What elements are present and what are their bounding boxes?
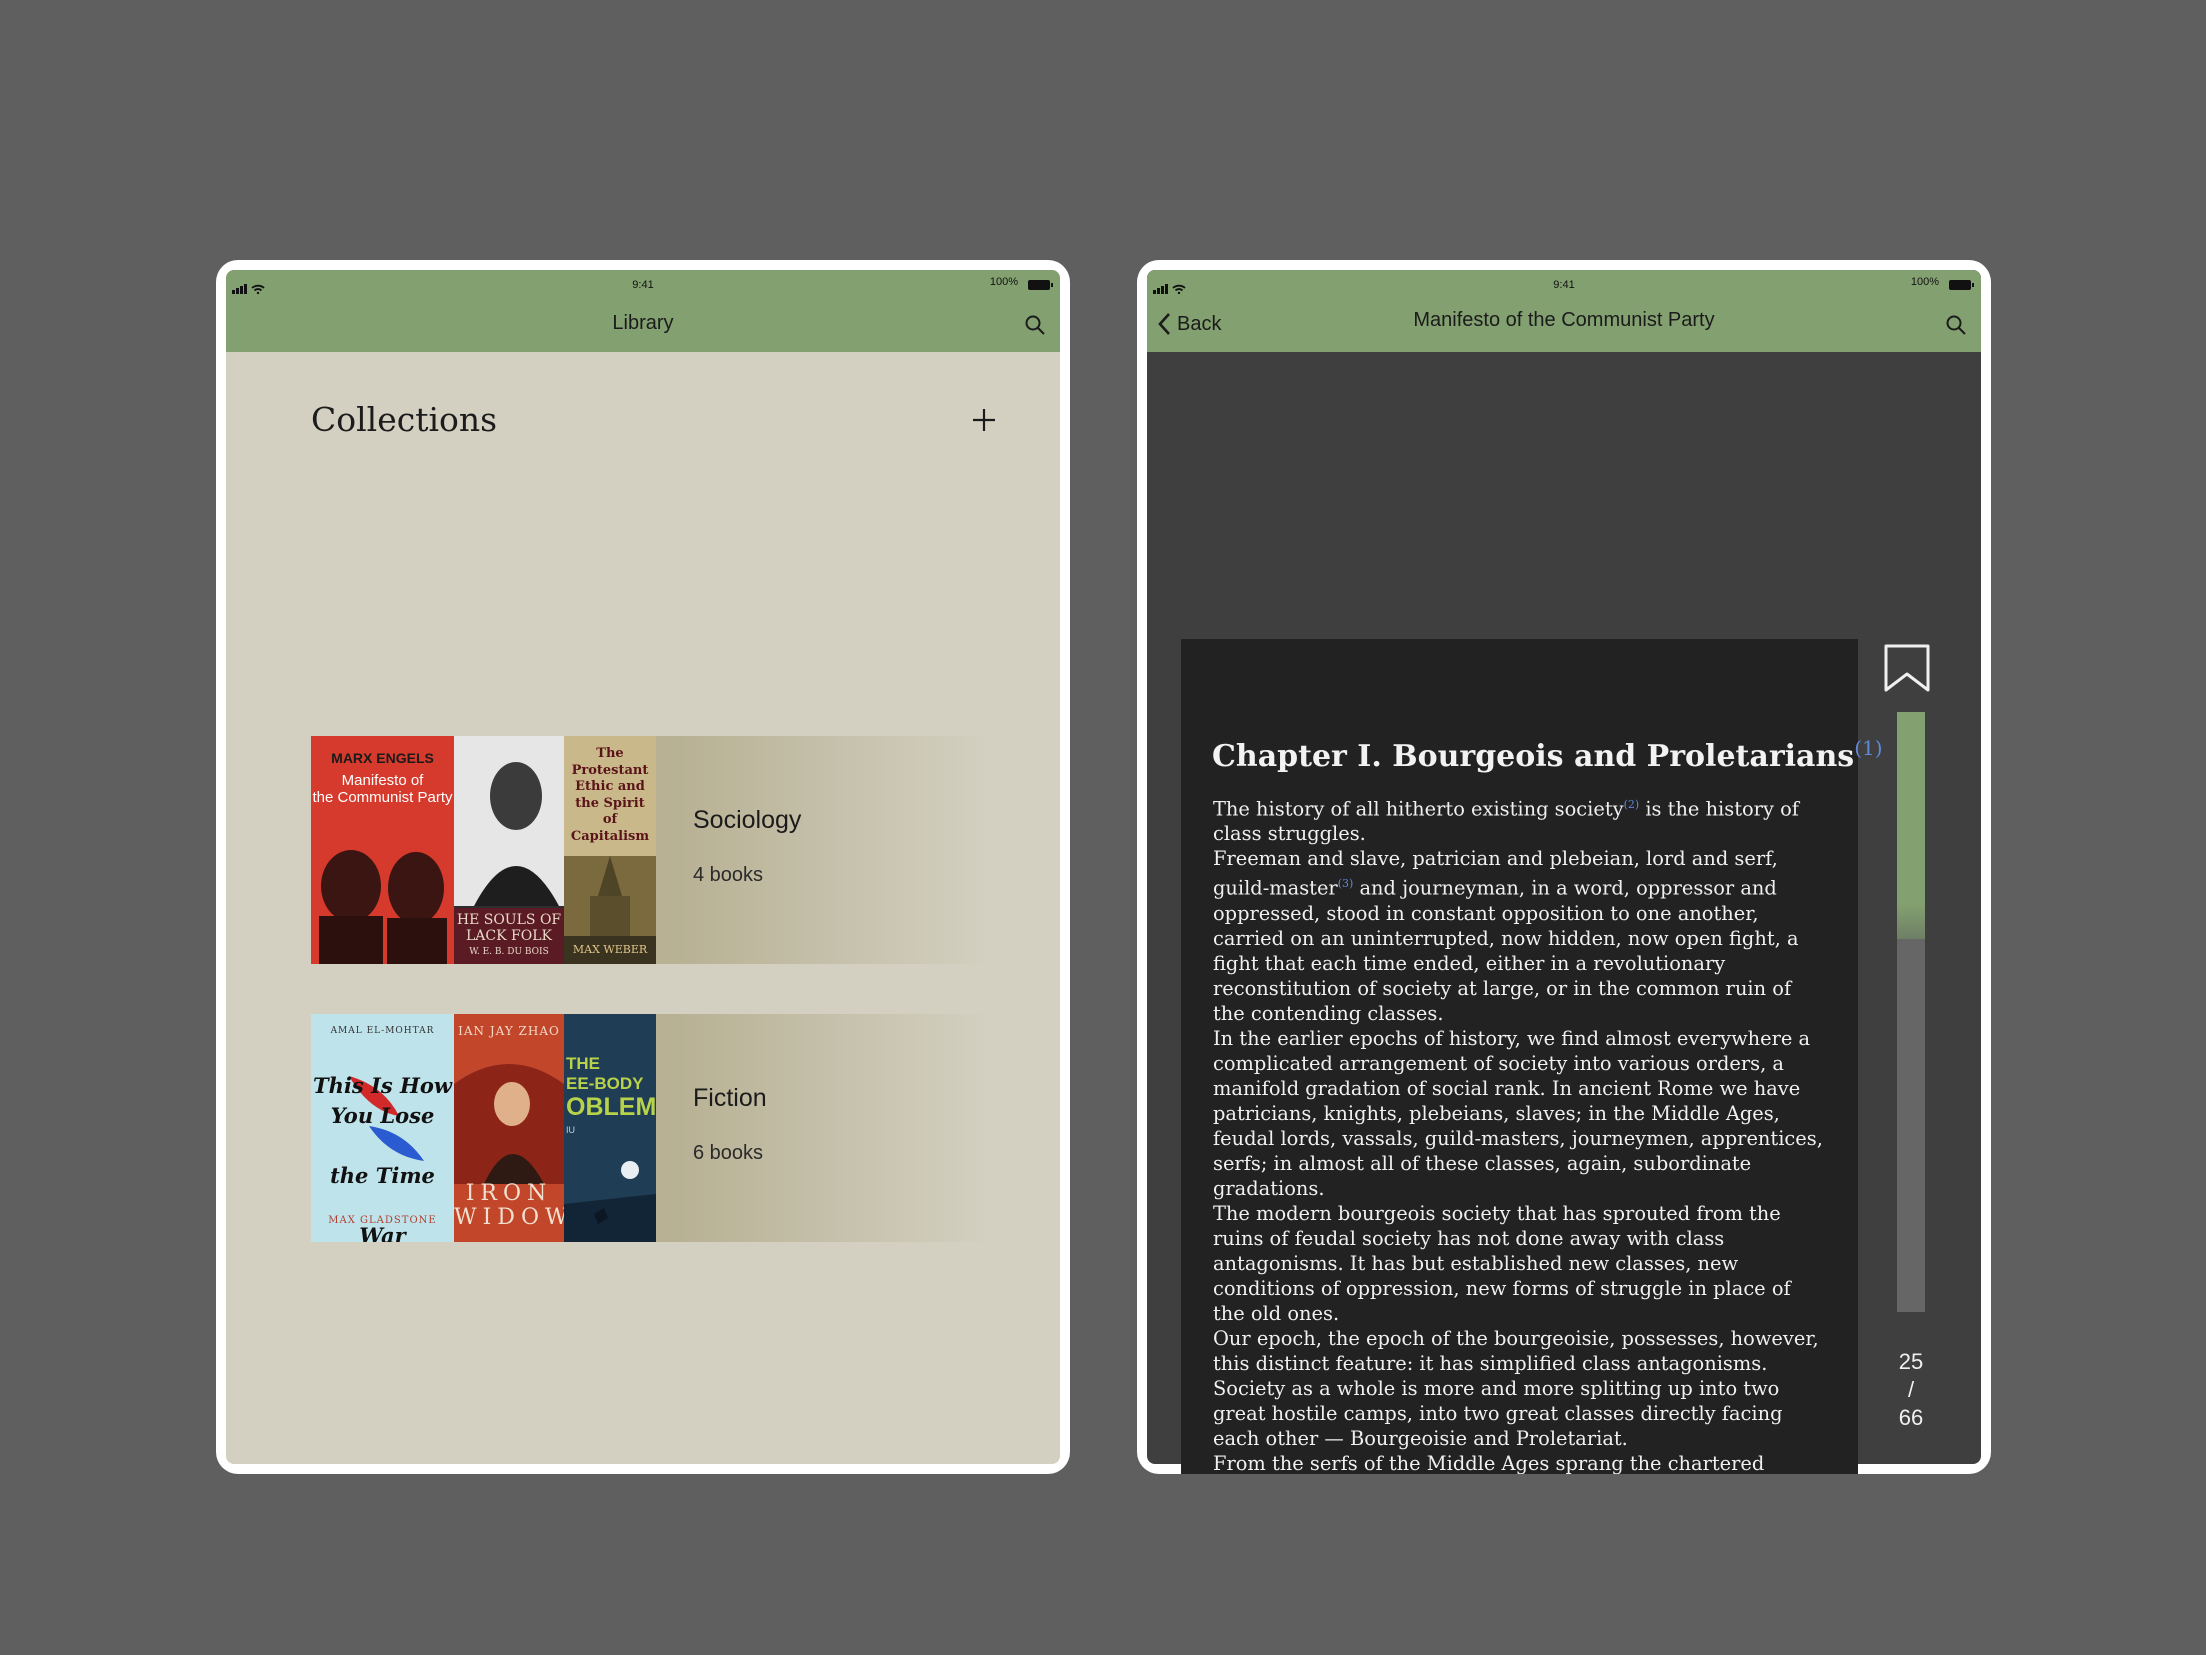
paragraph-text: From the serfs of the Middle Ages sprang… xyxy=(1213,1451,1765,1474)
cover-figure-image xyxy=(454,1064,564,1184)
cover-text: Manifesto of xyxy=(341,772,424,789)
library-nav-bar: 9:41 100% Library xyxy=(226,270,1060,352)
status-bar: 9:41 100% xyxy=(226,270,1060,294)
page-current: 25 xyxy=(1898,1349,1924,1374)
page-indicator: 25 / 66 xyxy=(1883,1348,1939,1432)
cover-text: IRON xyxy=(465,1181,553,1206)
paragraph-text: The history of all hitherto existing soc… xyxy=(1213,797,1624,821)
book-cover-souls-of-black-folk[interactable]: HE SOULS OF LACK FOLK W. E. B. DU BOIS xyxy=(454,736,564,964)
page-separator: / xyxy=(1907,1377,1915,1402)
battery-icon xyxy=(1949,280,1974,290)
chapter-title-text: Chapter I. Bourgeois and Proletarians xyxy=(1212,739,1855,774)
cover-text: of xyxy=(602,812,618,827)
reading-progress-bar[interactable] xyxy=(1897,712,1925,1312)
book-cover-three-body-problem[interactable]: THE EE-BODY OBLEM IU xyxy=(564,1014,656,1242)
search-icon[interactable] xyxy=(1945,314,1967,336)
bookmark-icon[interactable] xyxy=(1882,642,1932,694)
cover-text: EE-BODY xyxy=(566,1074,644,1093)
cover-portrait-image xyxy=(454,736,564,906)
cover-text: You Lose xyxy=(330,1103,435,1128)
cover-text: MAX WEBER xyxy=(572,943,648,956)
search-icon[interactable] xyxy=(1024,314,1046,336)
book-cover-iron-widow[interactable]: IAN JAY ZHAO IRON WIDOW xyxy=(454,1014,564,1242)
paragraph: The history of all hitherto existing soc… xyxy=(1213,792,1823,846)
book-title: Manifesto of the Communist Party xyxy=(1413,309,1715,331)
paragraph-text: In the earlier epochs of history, we fin… xyxy=(1213,1026,1823,1200)
cover-portraits-image xyxy=(319,850,447,964)
book-cover-time-war[interactable]: AMAL EL-MOHTAR This Is How You Lose the … xyxy=(311,1014,454,1242)
footnote-link[interactable]: (2) xyxy=(1624,798,1640,811)
cover-text: MAX GLADSTONE xyxy=(328,1215,437,1226)
collection-name: Fiction xyxy=(693,1084,767,1112)
cover-text: Capitalism xyxy=(570,828,650,844)
battery-icon xyxy=(1028,280,1053,290)
cover-text: LACK FOLK xyxy=(466,928,552,944)
library-screen: 9:41 100% Library Collections MARX ENGEL… xyxy=(226,270,1060,1464)
cover-text: MARX ENGELS xyxy=(331,750,434,766)
cover-text: the Spirit xyxy=(575,795,645,811)
status-time: 9:41 xyxy=(1553,279,1575,291)
cover-text: OBLEM xyxy=(566,1093,656,1121)
cover-text: The xyxy=(596,746,624,761)
collection-count: 4 books xyxy=(693,864,764,886)
add-collection-icon[interactable] xyxy=(969,405,999,435)
paragraph: Freeman and slave, patrician and plebeia… xyxy=(1213,846,1823,1025)
collection-count: 6 books xyxy=(693,1142,764,1164)
status-time: 9:41 xyxy=(632,279,654,291)
paragraph-text: Our epoch, the epoch of the bourgeoisie,… xyxy=(1213,1326,1819,1450)
paragraph: Our epoch, the epoch of the bourgeoisie,… xyxy=(1213,1326,1823,1451)
battery-percent: 100% xyxy=(989,276,1018,288)
cover-text: IU xyxy=(566,1125,575,1135)
cover-text: the Communist Party xyxy=(312,789,453,806)
cover-text: HE SOULS OF xyxy=(456,912,562,928)
book-cover-manifesto[interactable]: MARX ENGELS Manifesto of the Communist P… xyxy=(311,736,454,964)
cover-text: W. E. B. DU BOIS xyxy=(469,947,549,957)
collections-heading: Collections xyxy=(311,400,498,439)
cover-text: IAN JAY ZHAO xyxy=(458,1024,560,1038)
chapter-body: The history of all hitherto existing soc… xyxy=(1213,792,1823,1474)
reader-nav-bar: 9:41 100% Back Manifesto of the Communis… xyxy=(1147,270,1981,352)
status-bar: 9:41 100% xyxy=(1147,270,1981,294)
cover-text: Ethic and xyxy=(575,779,645,794)
cover-moon-image xyxy=(564,1161,656,1242)
collection-card-fiction[interactable]: AMAL EL-MOHTAR This Is How You Lose the … xyxy=(311,1014,991,1242)
cover-text: WIDOW xyxy=(454,1205,564,1230)
paragraph: The modern bourgeois society that has sp… xyxy=(1213,1201,1823,1326)
paragraph-text: The modern bourgeois society that has sp… xyxy=(1213,1201,1791,1325)
page-total: 66 xyxy=(1898,1405,1924,1430)
footnote-link[interactable]: (3) xyxy=(1338,877,1354,890)
book-cover-protestant-ethic[interactable]: The Protestant Ethic and the Spirit of C… xyxy=(564,736,656,964)
library-device: 9:41 100% Library Collections MARX ENGEL… xyxy=(216,260,1070,1474)
paragraph: From the serfs of the Middle Ages sprang… xyxy=(1213,1451,1823,1474)
chapter-title: Chapter I. Bourgeois and Proletarians(1) xyxy=(1212,736,1883,774)
cover-text: Protestant xyxy=(571,762,649,778)
paragraph: In the earlier epochs of history, we fin… xyxy=(1213,1026,1823,1201)
table-of-contents-icon[interactable] xyxy=(1889,1472,1931,1474)
cover-text: AMAL EL-MOHTAR xyxy=(330,1026,435,1036)
collection-name: Sociology xyxy=(693,806,802,834)
collection-card-sociology[interactable]: MARX ENGELS Manifesto of the Communist P… xyxy=(311,736,991,964)
reader-device: 9:41 100% Back Manifesto of the Communis… xyxy=(1137,260,1991,1474)
reading-progress-fill xyxy=(1897,712,1925,940)
cover-text: the Time War xyxy=(330,1163,435,1242)
footnote-link[interactable]: (1) xyxy=(1854,736,1882,760)
battery-percent: 100% xyxy=(1910,276,1939,288)
library-title: Library xyxy=(612,312,674,334)
cover-text: THE xyxy=(566,1054,600,1073)
